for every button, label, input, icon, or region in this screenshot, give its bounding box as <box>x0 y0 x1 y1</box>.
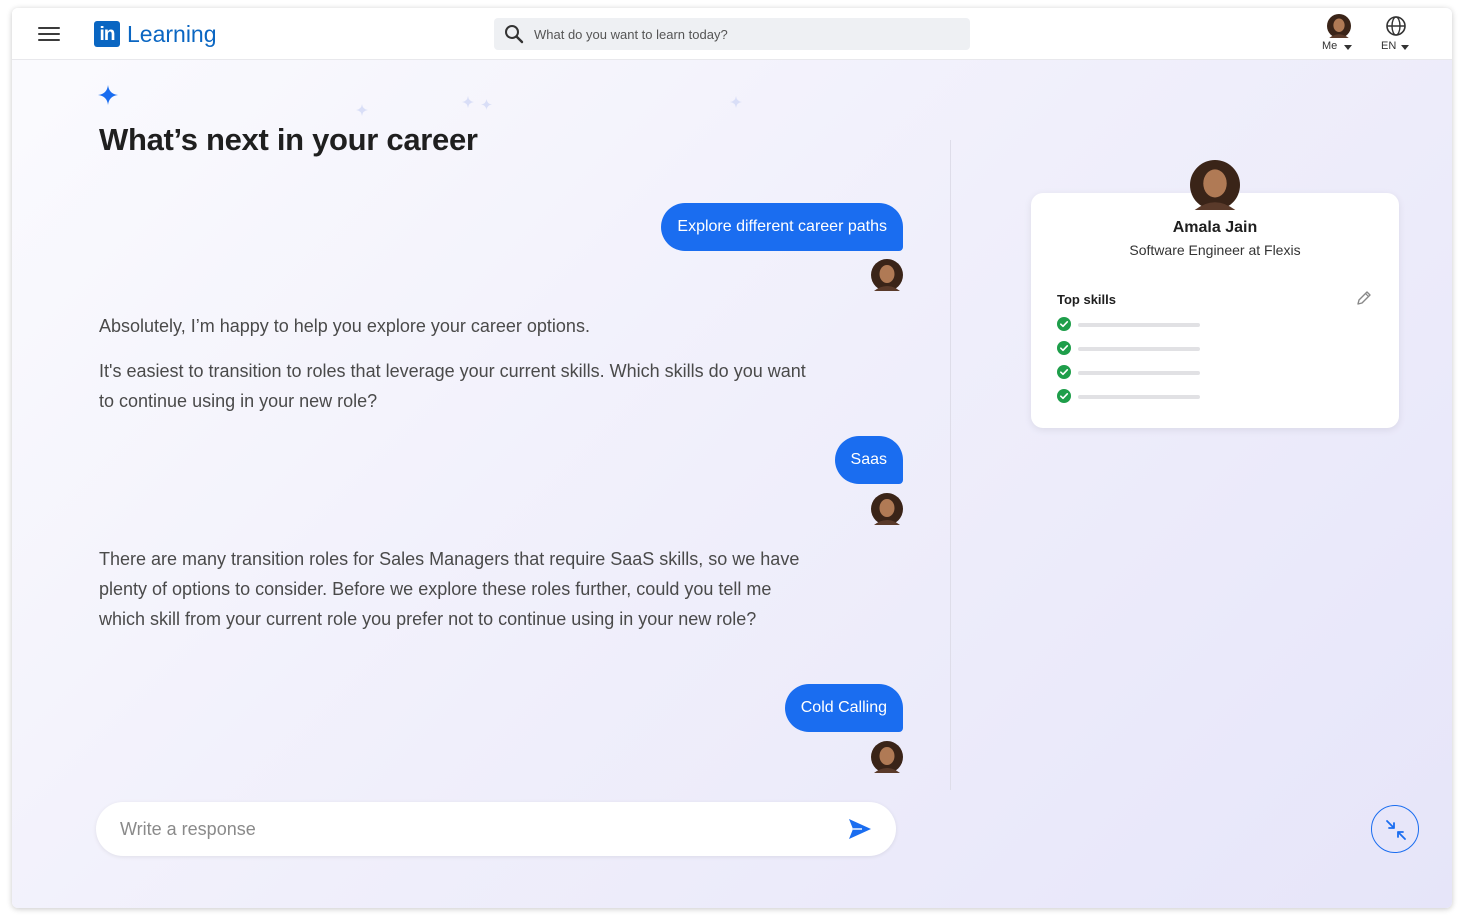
skill-placeholder-bar <box>1078 323 1200 327</box>
column-divider <box>950 140 951 790</box>
top-nav: in Learning What do you want to learn to… <box>12 8 1452 60</box>
send-icon[interactable] <box>848 818 872 840</box>
skill-item <box>1057 365 1207 379</box>
skill-placeholder-bar <box>1078 395 1200 399</box>
sparkle-icon <box>356 104 368 116</box>
top-skills-title: Top skills <box>1057 292 1116 307</box>
lang-label: EN <box>1381 40 1397 52</box>
skill-item <box>1057 389 1207 403</box>
avatar <box>1327 14 1351 38</box>
response-placeholder: Write a response <box>120 819 256 839</box>
collapse-button[interactable] <box>1371 805 1419 853</box>
globe-icon <box>1386 16 1406 36</box>
language-menu[interactable]: EN <box>1376 14 1416 56</box>
user-message-bubble: Saas <box>834 436 903 484</box>
linkedin-logo[interactable]: in <box>94 21 120 47</box>
logo-text[interactable]: Learning <box>127 21 217 48</box>
avatar <box>871 741 903 773</box>
avatar <box>871 493 903 525</box>
avatar <box>871 259 903 291</box>
user-message-bubble: Cold Calling <box>784 684 903 732</box>
menu-icon[interactable] <box>38 26 62 42</box>
check-circle-icon <box>1057 317 1071 331</box>
pencil-icon[interactable] <box>1356 290 1372 306</box>
check-circle-icon <box>1057 389 1071 403</box>
me-label: Me <box>1322 40 1338 52</box>
profile-card: Amala Jain Software Engineer at Flexis T… <box>1031 193 1399 428</box>
profile-name: Amala Jain <box>1172 219 1258 236</box>
caret-down-icon <box>1344 45 1352 50</box>
skill-item <box>1057 317 1207 331</box>
profile-avatar <box>1190 160 1240 210</box>
check-circle-icon <box>1057 365 1071 379</box>
response-input[interactable]: Write a response <box>96 802 896 856</box>
search-input[interactable]: What do you want to learn today? <box>494 18 970 50</box>
page-title: What’s next in your career <box>99 122 478 157</box>
sparkle-icon <box>481 99 492 110</box>
search-icon <box>505 25 524 44</box>
user-message-bubble: Explore different career paths <box>661 203 903 251</box>
caret-down-icon <box>1401 45 1409 50</box>
collapse-icon <box>1386 820 1406 840</box>
sparkle-icon <box>98 85 118 105</box>
search-placeholder: What do you want to learn today? <box>534 27 728 42</box>
profile-role: Software Engineer at Flexis <box>1129 242 1301 258</box>
skill-placeholder-bar <box>1078 371 1200 375</box>
sparkle-icon <box>462 96 474 108</box>
assistant-message: There are many transition roles for Sale… <box>99 549 800 629</box>
sparkle-icon <box>730 96 742 108</box>
app-window: in Learning What do you want to learn to… <box>12 8 1452 908</box>
assistant-message: Absolutely, I’m happy to help you explor… <box>99 316 590 336</box>
skill-item <box>1057 341 1207 355</box>
check-circle-icon <box>1057 341 1071 355</box>
me-menu[interactable]: Me <box>1320 14 1360 56</box>
assistant-message: It's easiest to transition to roles that… <box>99 361 806 411</box>
skill-placeholder-bar <box>1078 347 1200 351</box>
